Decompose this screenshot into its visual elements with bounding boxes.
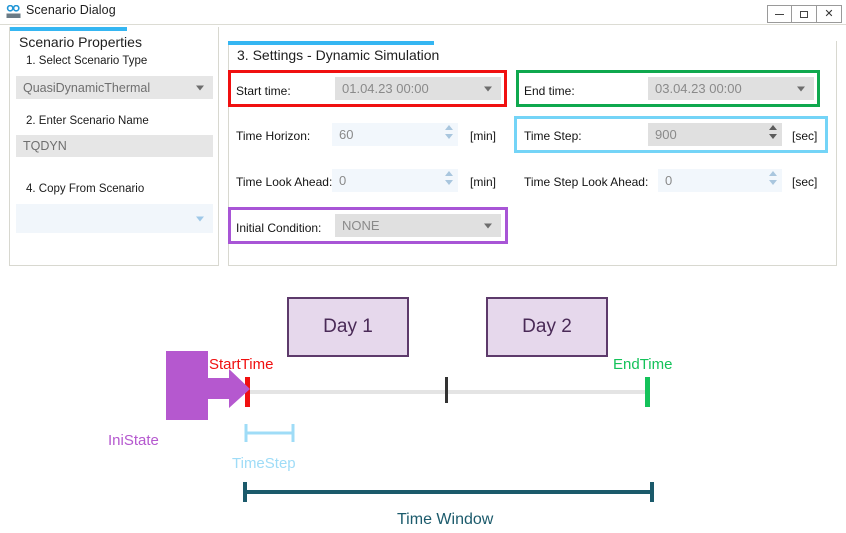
scenario-type-dropdown[interactable]: QuasiDynamicThermal xyxy=(16,76,213,99)
time-step-look-ahead-label: Time Step Look Ahead: xyxy=(524,175,649,189)
enter-scenario-name-label: 2. Enter Scenario Name xyxy=(26,115,149,127)
select-scenario-type-label: 1. Select Scenario Type xyxy=(26,55,148,67)
scenario-name-input[interactable]: TQDYN xyxy=(16,135,213,157)
chevron-down-icon xyxy=(797,86,805,91)
left-panel-accent-bar xyxy=(10,27,127,31)
scenario-name-value: TQDYN xyxy=(23,139,67,153)
time-step-label: Time Step: xyxy=(524,129,582,143)
scenario-properties-title: Scenario Properties xyxy=(19,34,142,50)
timeline-axis xyxy=(249,390,649,394)
time-look-ahead-unit: [min] xyxy=(470,175,497,189)
day-boundary-tick xyxy=(445,377,448,403)
start-time-value: 01.04.23 00:00 xyxy=(342,81,429,96)
time-step-look-ahead-stepper[interactable] xyxy=(768,170,778,191)
settings-panel-title: 3. Settings - Dynamic Simulation xyxy=(237,47,440,63)
time-step-look-ahead-input[interactable]: 0 xyxy=(658,169,782,192)
time-look-ahead-label: Time Look Ahead: xyxy=(236,175,333,189)
timeline-diagram: Day 1 Day 2 StartTime EndTime IniState T… xyxy=(0,267,846,533)
day2-box: Day 2 xyxy=(486,297,608,357)
time-window-annotation: Time Window xyxy=(397,511,494,528)
chevron-down-icon xyxy=(196,85,204,90)
time-step-input[interactable]: 900 xyxy=(648,123,782,146)
time-window-bar-icon xyxy=(243,482,654,502)
scenario-type-value: QuasiDynamicThermal xyxy=(23,80,151,95)
day1-label: Day 1 xyxy=(323,316,373,337)
time-look-ahead-input[interactable]: 0 xyxy=(332,169,458,192)
maximize-icon xyxy=(792,6,816,22)
chevron-down-icon xyxy=(484,86,492,91)
window-controls: ✕ xyxy=(767,5,842,23)
copy-from-scenario-label: 4. Copy From Scenario xyxy=(26,183,145,195)
close-button[interactable]: ✕ xyxy=(817,5,842,23)
time-horizon-stepper[interactable] xyxy=(444,124,454,145)
minimize-button[interactable] xyxy=(767,5,792,23)
copy-from-scenario-dropdown[interactable] xyxy=(16,204,213,233)
time-horizon-unit: [min] xyxy=(470,129,497,143)
time-look-ahead-stepper[interactable] xyxy=(444,170,454,191)
window-titlebar: Scenario Dialog ✕ xyxy=(0,0,846,24)
initial-condition-value: NONE xyxy=(342,218,380,233)
start-time-label: Start time: xyxy=(236,84,291,98)
ini-state-annotation: IniState xyxy=(108,432,159,449)
time-step-look-ahead-value: 0 xyxy=(665,173,673,188)
close-icon: ✕ xyxy=(824,7,834,20)
day2-label: Day 2 xyxy=(522,316,572,337)
end-time-tick xyxy=(645,377,650,407)
time-horizon-value: 60 xyxy=(339,127,354,142)
time-horizon-label: Time Horizon: xyxy=(236,129,311,143)
time-step-stepper[interactable] xyxy=(768,124,778,145)
ini-state-arrow-icon xyxy=(166,351,250,420)
time-horizon-input[interactable]: 60 xyxy=(332,123,458,146)
end-time-value: 03.04.23 00:00 xyxy=(655,81,742,96)
end-time-dropdown[interactable]: 03.04.23 00:00 xyxy=(648,77,814,100)
start-time-dropdown[interactable]: 01.04.23 00:00 xyxy=(335,77,501,100)
window-title: Scenario Dialog xyxy=(26,3,116,17)
scenario-dialog-body: Scenario Properties 1. Select Scenario T… xyxy=(0,24,846,267)
minimize-icon xyxy=(768,6,791,22)
time-step-annotation: TimeStep xyxy=(232,455,296,472)
maximize-button[interactable] xyxy=(792,5,817,23)
settings-panel-accent-bar xyxy=(228,41,434,45)
time-step-look-ahead-unit: [sec] xyxy=(792,175,818,189)
chevron-down-icon xyxy=(484,223,492,228)
chevron-down-icon xyxy=(196,216,204,221)
time-look-ahead-value: 0 xyxy=(339,173,347,188)
app-root: Scenario Dialog ✕ Scenario Properties 1.… xyxy=(0,0,846,533)
time-step-bracket-icon xyxy=(244,424,295,442)
app-logo-icon xyxy=(6,4,21,19)
time-step-value: 900 xyxy=(655,127,677,142)
end-time-annotation: EndTime xyxy=(613,356,673,373)
time-step-unit: [sec] xyxy=(792,129,818,143)
day1-box: Day 1 xyxy=(287,297,409,357)
end-time-label: End time: xyxy=(524,84,575,98)
initial-condition-dropdown[interactable]: NONE xyxy=(335,214,501,237)
initial-condition-label: Initial Condition: xyxy=(236,221,322,235)
